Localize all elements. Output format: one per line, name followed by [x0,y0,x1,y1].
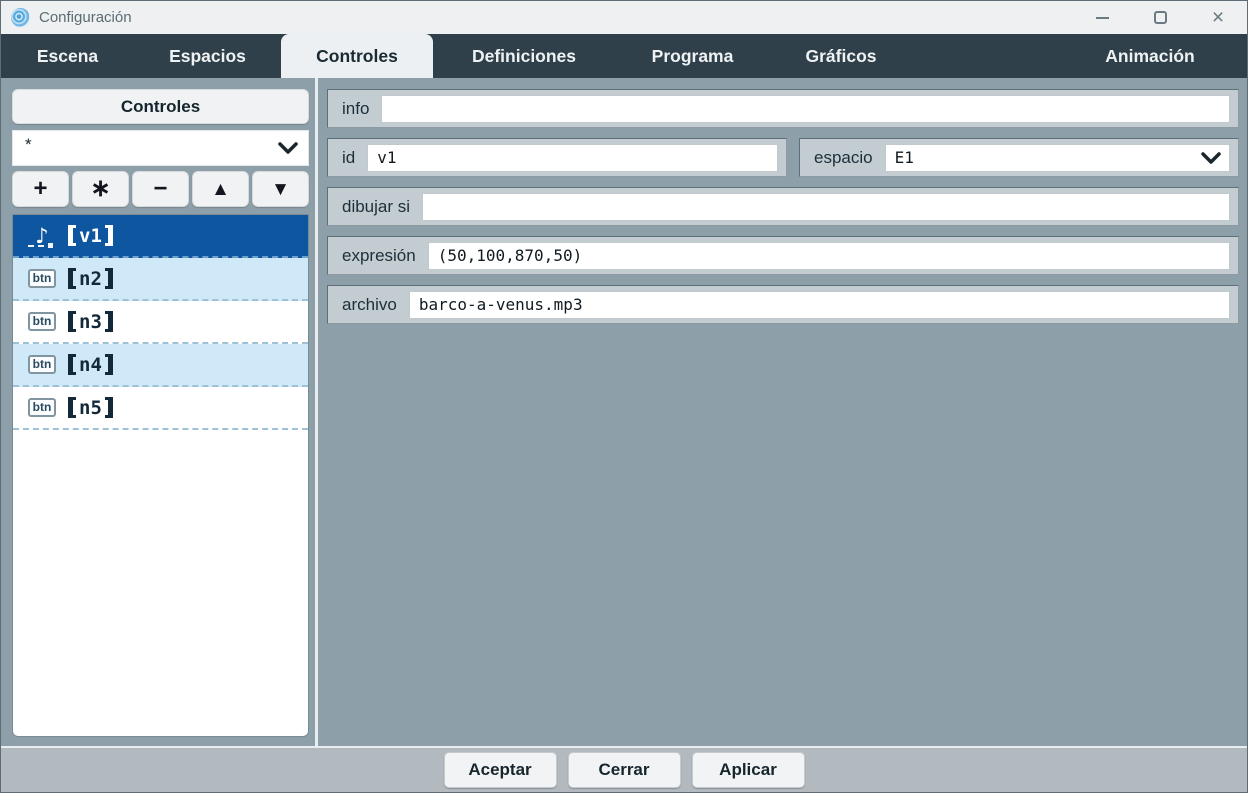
footer-bar: Aceptar Cerrar Aplicar [1,746,1247,792]
tab-graficos[interactable]: Gráficos [770,34,912,78]
aceptar-button[interactable]: Aceptar [444,752,557,788]
minus-icon: − [153,177,167,201]
archivo-input[interactable] [409,291,1230,319]
info-input[interactable] [381,95,1230,123]
expresion-input[interactable] [428,242,1230,270]
id-group: id [327,138,787,177]
btn-badge-icon: btn [28,269,57,288]
content-area: Controles * + ∗ − ▲ ▼ ♪ v1 btn n2 [1,78,1247,746]
info-label: info [342,99,369,119]
list-item-n2[interactable]: btn n2 [13,258,308,301]
minimize-icon [1096,17,1109,19]
controls-filter-select[interactable]: * [12,130,309,166]
lenticular-bracket-open [68,225,76,246]
list-item-v1[interactable]: ♪ v1 [13,215,308,258]
asterisk-icon: ∗ [90,177,110,201]
dibujar-si-input[interactable] [422,193,1230,221]
close-icon: × [1212,7,1224,28]
controls-panel-header: Controles [12,89,309,124]
triangle-up-icon: ▲ [211,180,230,199]
lenticular-bracket-open [68,268,76,289]
btn-badge-icon: btn [28,355,57,374]
maximize-icon [1154,11,1167,24]
id-label: id [342,148,355,168]
espacio-group: espacio E1 [799,138,1239,177]
add-button[interactable]: + [12,171,69,207]
chevron-down-icon [1201,152,1221,164]
lenticular-bracket-close [105,225,113,246]
dibujar-si-group: dibujar si [327,187,1239,226]
item-text: n5 [79,397,102,419]
minimize-button[interactable] [1073,1,1131,34]
tab-espacios[interactable]: Espacios [134,34,281,78]
id-input[interactable] [367,144,778,172]
music-note-icon: ♪ [35,224,48,248]
lenticular-bracket-close [105,354,113,375]
archivo-label: archivo [342,295,397,315]
window-title: Configuración [39,9,132,26]
list-item-n5[interactable]: btn n5 [13,387,308,430]
window-controls: × [1073,1,1247,34]
move-down-button[interactable]: ▼ [252,171,309,207]
lenticular-bracket-close [105,268,113,289]
lenticular-bracket-open [68,311,76,332]
expresion-group: expresión [327,236,1239,275]
cerrar-button[interactable]: Cerrar [568,752,681,788]
btn-badge-icon: btn [28,312,57,331]
espacio-label: espacio [814,148,873,168]
archivo-group: archivo [327,285,1239,324]
titlebar: Configuración × [1,1,1247,34]
info-group: info [327,89,1239,128]
configuracion-window: Configuración × Escena Espacios Controle… [0,0,1248,793]
app-logo-icon [11,8,30,27]
tab-definiciones[interactable]: Definiciones [433,34,615,78]
close-button[interactable]: × [1189,1,1247,34]
item-text: v1 [79,225,102,247]
triangle-down-icon: ▼ [271,180,290,199]
espacio-select[interactable]: E1 [885,144,1230,172]
list-item-n4[interactable]: btn n4 [13,344,308,387]
controls-panel: Controles * + ∗ − ▲ ▼ ♪ v1 btn n2 [12,89,309,737]
tab-controles[interactable]: Controles [281,34,433,78]
lenticular-bracket-open [68,354,76,375]
item-text: n3 [79,311,102,333]
controls-list: ♪ v1 btn n2 btn n3 btn n4 btn n5 [12,214,309,737]
aplicar-button[interactable]: Aplicar [692,752,805,788]
lenticular-bracket-close [105,397,113,418]
list-item-n3[interactable]: btn n3 [13,301,308,344]
tab-escena[interactable]: Escena [1,34,134,78]
move-up-button[interactable]: ▲ [192,171,249,207]
maximize-button[interactable] [1131,1,1189,34]
lenticular-bracket-open [68,397,76,418]
item-text: n4 [79,354,102,376]
tab-animacion[interactable]: Animación [1075,34,1225,78]
expresion-label: expresión [342,246,416,266]
plus-icon: + [33,177,47,201]
dibujar-si-label: dibujar si [342,197,410,217]
chevron-down-icon [278,142,298,154]
espacio-selected-value: E1 [895,148,914,167]
filter-selected-value: * [25,140,32,150]
tab-bar: Escena Espacios Controles Definiciones P… [1,34,1247,78]
remove-button[interactable]: − [132,171,189,207]
add-special-button[interactable]: ∗ [72,171,129,207]
btn-badge-icon: btn [28,398,57,417]
lenticular-bracket-close [105,311,113,332]
control-form: info id espacio E1 dibujar si [318,78,1247,746]
tab-programa[interactable]: Programa [615,34,770,78]
list-toolbar: + ∗ − ▲ ▼ [12,171,309,207]
item-text: n2 [79,268,102,290]
